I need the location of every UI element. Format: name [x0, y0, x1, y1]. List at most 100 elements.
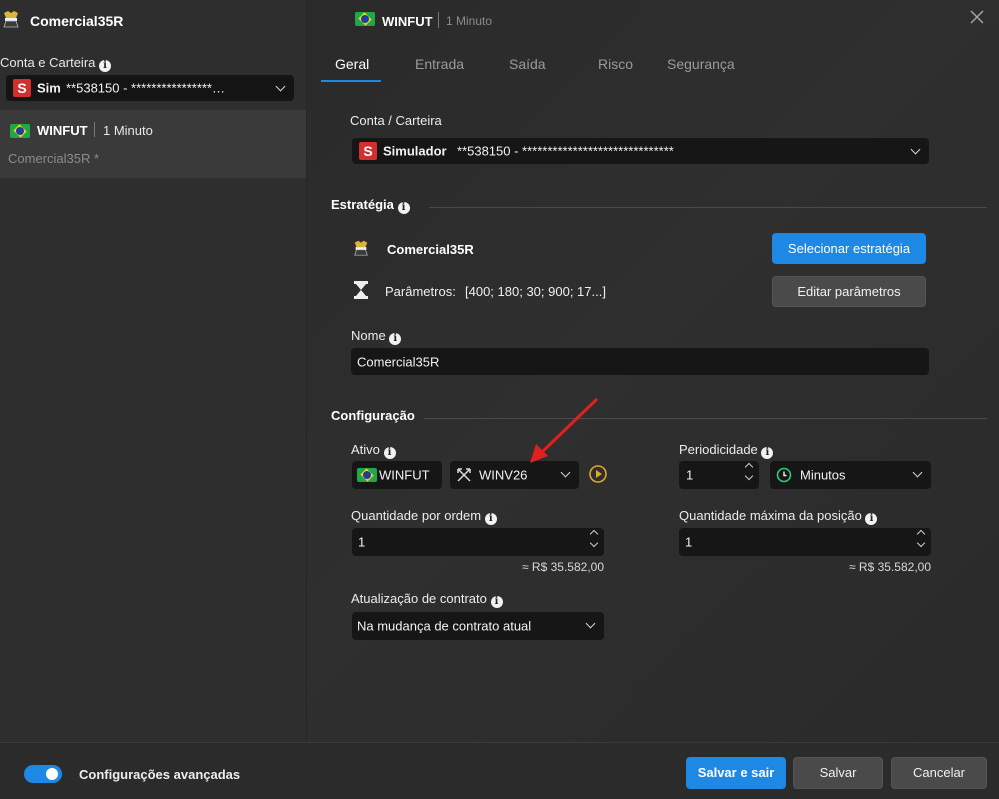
account-value: **538150 - *****************************…	[457, 143, 674, 159]
save-button[interactable]: Salvar	[793, 757, 883, 789]
cancel-button[interactable]: Cancelar	[891, 757, 987, 789]
contract-refresh-icon[interactable]	[588, 464, 608, 484]
qty-estimate: ≈ R$ 35.582,00	[522, 560, 604, 574]
select-strategy-button[interactable]: Selecionar estratégia	[772, 233, 926, 264]
periodicidade-unit-select[interactable]: Minutos	[770, 461, 931, 489]
parameters-label: Parâmetros:	[385, 284, 456, 299]
rollover-icon	[456, 467, 472, 483]
max-qty-value: 1	[685, 534, 693, 550]
account-select[interactable]: S Simulador **538150 - *****************…	[352, 138, 929, 164]
account-label: Conta / Carteira	[350, 113, 442, 128]
ativo-asset-field[interactable]: WINFUT	[352, 461, 442, 489]
max-qty-input[interactable]: 1	[679, 528, 931, 556]
sidebar-account-prefix: Sim	[37, 80, 61, 96]
sidebar: Comercial35R Conta e Carteira i S Sim **…	[0, 0, 307, 742]
footer: Configurações avançadas Salvar e sair Sa…	[0, 742, 999, 799]
divider	[94, 122, 95, 137]
periodicidade-label-text: Periodicidade	[679, 442, 758, 457]
sidebar-account-value: **538150 - ****************…	[66, 80, 225, 96]
sidebar-account-select[interactable]: S Sim **538150 - ****************…	[6, 75, 294, 101]
tab-active-indicator	[321, 80, 381, 82]
info-icon[interactable]: i	[484, 513, 497, 525]
section-divider	[429, 207, 987, 208]
advanced-settings-label: Configurações avançadas	[79, 767, 241, 782]
periodicidade-input[interactable]: 1	[679, 461, 759, 489]
contract-update-value: Na mudança de contrato atual	[357, 618, 532, 634]
contract-update-select[interactable]: Na mudança de contrato atual	[352, 612, 604, 640]
sidebar-item-period: 1 Minuto	[103, 123, 153, 138]
ativo-asset-value: WINFUT	[379, 467, 430, 483]
periodicidade-unit-value: Minutos	[800, 467, 846, 483]
sidebar-item-winfut[interactable]: WINFUT 1 Minuto Comercial35R *	[0, 110, 306, 178]
strategy-logo-icon	[0, 9, 22, 29]
save-and-exit-button[interactable]: Salvar e sair	[686, 757, 786, 789]
periodicidade-stepper[interactable]	[743, 461, 755, 482]
chevron-down-icon	[585, 618, 596, 629]
header-asset: WINFUT	[382, 14, 433, 29]
ativo-label-text: Ativo	[351, 442, 380, 457]
qty-stepper[interactable]	[588, 528, 600, 549]
tab-saida[interactable]: Saída	[509, 56, 546, 72]
sidebar-account-label-text: Conta e Carteira	[0, 55, 96, 70]
qty-label: Quantidade por ordem i	[351, 508, 497, 525]
simulator-badge-icon: S	[13, 79, 31, 97]
strategy-name: Comercial35R	[387, 242, 474, 257]
simulator-badge-icon: S	[359, 142, 377, 160]
periodicidade-label: Periodicidade i	[679, 442, 774, 459]
contract-update-label: Atualização de contrato i	[351, 591, 503, 608]
max-qty-label-text: Quantidade máxima da posição	[679, 508, 862, 523]
strategy-section-title: Estratégia i	[331, 197, 410, 214]
parameters-icon	[353, 280, 369, 300]
info-icon[interactable]: i	[99, 60, 112, 72]
info-icon[interactable]: i	[865, 513, 878, 525]
brazil-flag-icon	[355, 12, 375, 26]
max-qty-stepper[interactable]	[915, 528, 927, 549]
toggle-knob	[46, 768, 58, 780]
name-input-value: Comercial35R	[357, 354, 440, 369]
sidebar-strategy-title: Comercial35R	[30, 13, 124, 29]
close-icon[interactable]	[970, 10, 984, 24]
chevron-down-icon	[912, 467, 923, 478]
chevron-down-icon	[910, 144, 921, 155]
strategy-section-title-text: Estratégia	[331, 197, 394, 212]
tab-seguranca[interactable]: Segurança	[667, 56, 735, 72]
qty-label-text: Quantidade por ordem	[351, 508, 482, 523]
chevron-down-icon	[560, 467, 571, 478]
info-icon[interactable]: i	[389, 333, 402, 345]
red-arrow-annotation	[522, 396, 602, 466]
strategy-logo-icon	[351, 239, 371, 257]
name-input[interactable]: Comercial35R	[351, 348, 929, 375]
info-icon[interactable]: i	[761, 447, 774, 459]
tab-entrada[interactable]: Entrada	[415, 56, 464, 72]
tab-risco[interactable]: Risco	[598, 56, 633, 72]
clock-icon	[776, 467, 792, 483]
sidebar-account-label: Conta e Carteira i	[0, 55, 112, 72]
qty-value: 1	[358, 534, 366, 550]
info-icon[interactable]: i	[490, 596, 503, 608]
name-label: Nome i	[351, 328, 402, 345]
tab-geral[interactable]: Geral	[335, 56, 369, 72]
brazil-flag-icon	[10, 124, 30, 138]
max-qty-label: Quantidade máxima da posição i	[679, 508, 878, 525]
config-section-title: Configuração	[331, 408, 415, 423]
section-divider	[424, 418, 987, 419]
contract-value: WINV26	[479, 467, 528, 483]
chevron-down-icon	[275, 81, 286, 92]
header-period: 1 Minuto	[446, 14, 493, 28]
sidebar-item-asset: WINFUT	[37, 123, 88, 138]
ativo-label: Ativo i	[351, 442, 396, 459]
info-icon[interactable]: i	[383, 447, 396, 459]
main-panel: WINFUT 1 Minuto Geral Entrada Saída Risc…	[307, 0, 999, 742]
periodicidade-value: 1	[686, 467, 694, 483]
sidebar-item-strategy: Comercial35R *	[8, 151, 100, 166]
parameters-value: [400; 180; 30; 900; 17...]	[465, 284, 606, 299]
qty-input[interactable]: 1	[352, 528, 604, 556]
edit-parameters-button[interactable]: Editar parâmetros	[772, 276, 926, 307]
name-label-text: Nome	[351, 328, 386, 343]
divider	[438, 12, 439, 28]
account-prefix: Simulador	[383, 143, 447, 159]
info-icon[interactable]: i	[397, 202, 410, 214]
max-qty-estimate: ≈ R$ 35.582,00	[849, 560, 931, 574]
brazil-flag-icon	[357, 468, 377, 482]
advanced-settings-toggle[interactable]	[24, 765, 62, 783]
